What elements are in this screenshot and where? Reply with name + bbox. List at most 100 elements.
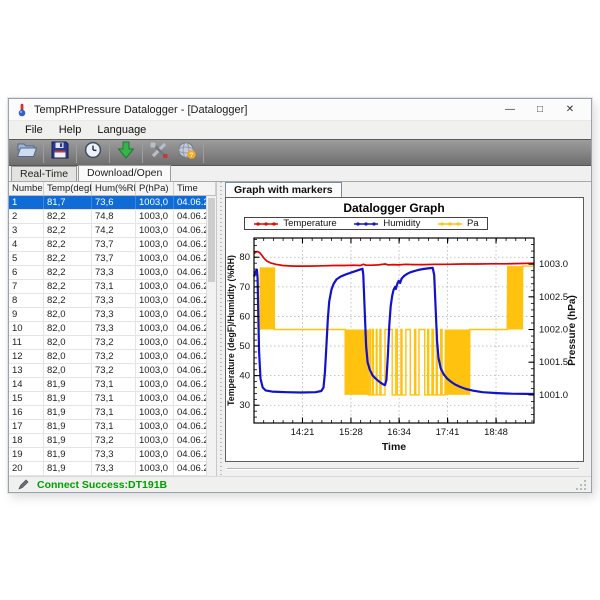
table-cell: 81,9 [44,420,92,433]
column-header[interactable]: Temp(degF) [44,182,92,195]
toolbar-separator [203,143,204,163]
table-row[interactable]: 1881,973,21003,004.06.2023 13... [9,434,216,448]
table-cell: 1003,0 [136,434,174,447]
menu-help[interactable]: Help [51,123,90,137]
table-cell: 1003,0 [136,252,174,265]
svg-text:18:48: 18:48 [484,427,508,438]
toolbar-separator [43,143,44,163]
table-cell: 1003,0 [136,280,174,293]
table-cell: 82,2 [44,224,92,237]
table-cell: 7 [9,280,44,293]
svg-text:30: 30 [239,400,250,411]
download-button[interactable] [112,141,140,165]
table-row[interactable]: 1182,073,21003,004.06.2023 13... [9,336,216,350]
panel-splitter[interactable] [217,182,225,476]
table-scrollbar[interactable] [206,196,216,476]
chart-plot: 14:2115:2816:3417:4118:48304050607080100… [226,198,583,458]
table-cell: 1003,0 [136,294,174,307]
table-cell: 73,7 [92,238,136,251]
maximize-button[interactable]: □ [525,100,555,120]
table-cell: 81,9 [44,448,92,461]
open-folder-button[interactable] [13,141,41,165]
svg-text:40: 40 [239,371,250,382]
table-row[interactable]: 1681,973,11003,004.06.2023 13... [9,406,216,420]
table-row[interactable]: 982,073,31003,004.06.2023 13... [9,308,216,322]
table-cell: 82,2 [44,280,92,293]
table-row[interactable]: 1981,973,31003,004.06.2023 13... [9,448,216,462]
chart-container: Datalogger Graph TemperatureHumidityPa 1… [225,197,584,462]
open-folder-icon [16,141,38,164]
status-pencil-icon [17,479,29,491]
table-cell: 82,2 [44,210,92,223]
table-cell: 1003,0 [136,322,174,335]
tools-icon [149,141,169,164]
menu-language[interactable]: Language [89,123,154,137]
table-row[interactable]: 482,273,71003,004.06.2023 13... [9,238,216,252]
table-row[interactable]: 882,273,31003,004.06.2023 13... [9,294,216,308]
table-cell: 73,2 [92,364,136,377]
table-cell: 73,1 [92,406,136,419]
tools-button[interactable] [145,141,173,165]
table-cell: 9 [9,308,44,321]
resize-grip[interactable] [575,479,587,491]
table-cell: 81,9 [44,434,92,447]
tab-download-open[interactable]: Download/Open [78,165,171,181]
clock-icon [84,141,102,164]
scrollbar-thumb[interactable] [208,198,215,282]
column-header[interactable]: Hum(%RH) [92,182,136,195]
table-row[interactable]: 1382,073,21003,004.06.2023 13... [9,364,216,378]
save-button[interactable] [46,141,74,165]
table-cell: 1003,0 [136,336,174,349]
table-cell: 1 [9,196,44,209]
svg-text:80: 80 [239,252,250,263]
language-globe-button[interactable]: ? [173,141,201,165]
column-header[interactable]: Time [174,182,216,195]
status-bar: Connect Success:DT191B [9,476,591,492]
table-row[interactable]: 1581,973,11003,004.06.2023 13... [9,392,216,406]
table-cell: 73,7 [92,252,136,265]
table-row[interactable]: 282,274,81003,004.06.2023 13... [9,210,216,224]
table-cell: 1003,0 [136,266,174,279]
svg-text:50: 50 [239,341,250,352]
table-row[interactable]: 1082,073,31003,004.06.2023 13... [9,322,216,336]
column-header[interactable]: Number [9,182,44,195]
table-row[interactable]: 1481,973,11003,004.06.2023 13... [9,378,216,392]
close-button[interactable]: ✕ [555,100,585,120]
tab-real-time[interactable]: Real-Time [11,166,77,181]
table-row[interactable]: 181,773,61003,004.06.2023 13... [9,196,216,210]
svg-text:16:34: 16:34 [387,427,411,438]
minimize-button[interactable]: — [495,100,525,120]
table-cell: 73,1 [92,392,136,405]
svg-text:14:21: 14:21 [291,427,315,438]
table-cell: 10 [9,322,44,335]
table-cell: 1003,0 [136,448,174,461]
column-header[interactable]: P(hPa) [136,182,174,195]
clock-button[interactable] [79,141,107,165]
table-row[interactable]: 382,274,21003,004.06.2023 13... [9,224,216,238]
svg-text:1003.0: 1003.0 [539,259,568,270]
table-cell: 11 [9,336,44,349]
table-cell: 1003,0 [136,378,174,391]
table-cell: 2 [9,210,44,223]
table-cell: 81,9 [44,462,92,475]
table-cell: 81,9 [44,378,92,391]
table-row[interactable]: 682,273,31003,004.06.2023 13... [9,266,216,280]
table-cell: 82,0 [44,308,92,321]
table-row[interactable]: 582,273,71003,004.06.2023 13... [9,252,216,266]
table-row[interactable]: 1282,073,21003,004.06.2023 13... [9,350,216,364]
table-row[interactable]: 1781,973,11003,004.06.2023 13... [9,420,216,434]
table-cell: 1003,0 [136,350,174,363]
table-cell: 17 [9,420,44,433]
table-cell: 1003,0 [136,420,174,433]
horizontal-separator [227,468,579,470]
table-row[interactable]: 2081,973,31003,004.06.2023 13... [9,462,216,476]
table-cell: 82,2 [44,252,92,265]
svg-text:15:28: 15:28 [339,427,363,438]
menu-file[interactable]: File [17,123,51,137]
table-row[interactable]: 782,273,11003,004.06.2023 13... [9,280,216,294]
table-cell: 73,3 [92,322,136,335]
svg-text:Time: Time [382,441,406,453]
title-bar: TempRHPressure Datalogger - [Datalogger]… [9,99,591,121]
svg-text:17:41: 17:41 [436,427,460,438]
graph-panel: Graph with markers Datalogger Graph Temp… [225,182,591,476]
